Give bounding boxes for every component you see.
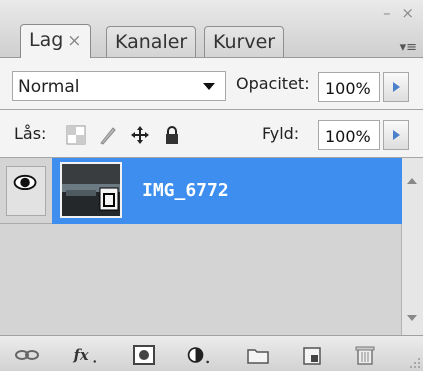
adjustment-icon[interactable] xyxy=(186,344,212,366)
chevron-down-icon xyxy=(203,83,215,90)
scroll-down-icon[interactable] xyxy=(407,315,417,321)
resize-grip-icon[interactable] xyxy=(409,357,421,369)
fill-label: Fyld: xyxy=(262,124,300,143)
fill-value: 100% xyxy=(325,127,371,146)
layers-scrollbar[interactable] xyxy=(402,158,423,335)
blend-row: Normal Opacitet: 100% xyxy=(0,58,423,110)
opacity-slider-button[interactable] xyxy=(383,72,409,102)
opacity-label: Opacitet: xyxy=(236,74,310,93)
layer-name[interactable]: IMG_6772 xyxy=(142,180,229,201)
scroll-up-icon[interactable] xyxy=(407,178,417,184)
lock-all-icon[interactable] xyxy=(162,125,182,145)
blend-mode-select[interactable]: Normal xyxy=(12,71,226,101)
lock-row: Lås: Fyld: 100% xyxy=(0,110,423,158)
tab-strip: Lag × Kanaler Kurver – × ▾≡ xyxy=(0,0,423,59)
fill-input[interactable]: 100% xyxy=(318,120,380,150)
opacity-input[interactable]: 100% xyxy=(318,72,380,102)
layers-toolbar: fx xyxy=(0,335,423,371)
layers-list: IMG_6772 xyxy=(0,158,402,335)
new-layer-icon[interactable] xyxy=(300,344,326,366)
folder-icon[interactable] xyxy=(246,344,272,366)
trash-icon[interactable] xyxy=(352,344,378,366)
tab-kurver[interactable]: Kurver xyxy=(204,26,285,57)
lock-label: Lås: xyxy=(14,124,47,143)
window-controls[interactable]: – × xyxy=(383,4,417,22)
layer-thumbnail xyxy=(60,162,122,218)
lock-move-icon[interactable] xyxy=(130,125,150,145)
layers-panel: Lag × Kanaler Kurver – × ▾≡ Normal Opacit… xyxy=(0,0,423,371)
tab-kanaler-label: Kanaler xyxy=(115,31,188,53)
tab-lag[interactable]: Lag × xyxy=(20,24,91,59)
eye-icon xyxy=(13,174,37,191)
fill-slider-button[interactable] xyxy=(383,120,409,150)
link-icon[interactable] xyxy=(14,344,40,366)
layer-selection[interactable]: IMG_6772 xyxy=(52,158,402,224)
visibility-toggle[interactable] xyxy=(6,166,46,216)
tab-close-icon[interactable]: × xyxy=(67,31,81,51)
panel-menu-icon[interactable]: ▾≡ xyxy=(400,40,417,55)
opacity-value: 100% xyxy=(325,79,371,98)
tab-lag-label: Lag xyxy=(29,29,64,51)
mask-icon[interactable] xyxy=(132,344,158,366)
svg-text:fx: fx xyxy=(73,347,89,364)
tab-kurver-label: Kurver xyxy=(213,31,276,53)
lock-transparency-icon[interactable] xyxy=(66,125,86,145)
tab-kanaler[interactable]: Kanaler xyxy=(106,26,197,57)
blend-mode-value: Normal xyxy=(18,77,80,97)
layer-row[interactable]: IMG_6772 xyxy=(0,158,402,224)
lock-paint-icon[interactable] xyxy=(98,125,118,145)
image-thumbnail-icon xyxy=(62,164,120,216)
fx-icon[interactable]: fx xyxy=(72,344,98,366)
